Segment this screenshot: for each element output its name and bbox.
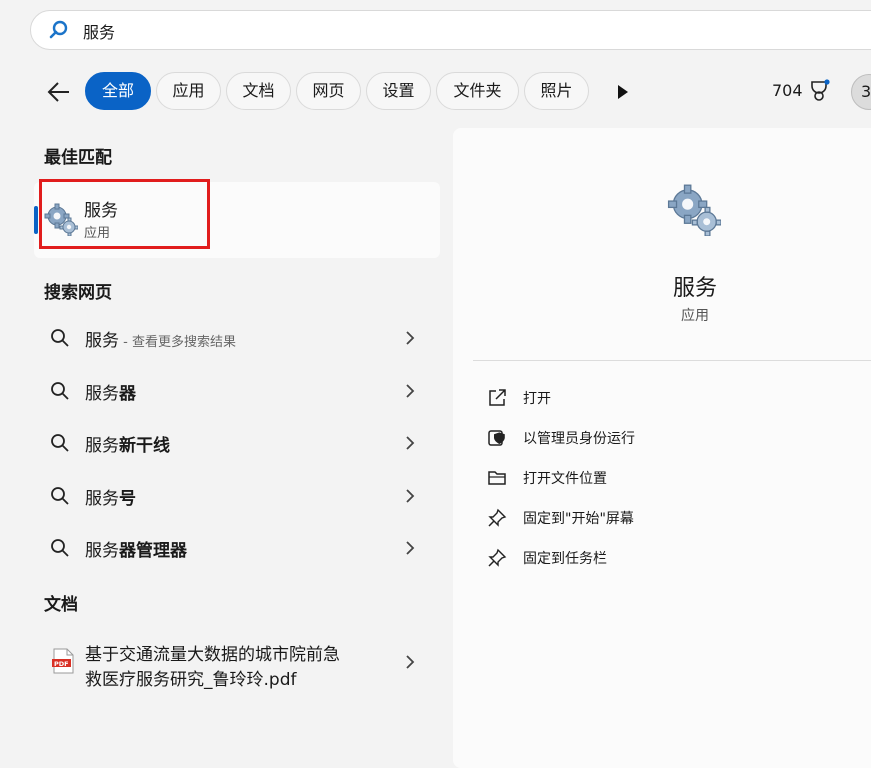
- back-arrow-icon[interactable]: [46, 80, 72, 104]
- search-icon: [50, 538, 70, 562]
- action-label: 以管理员身份运行: [523, 431, 635, 447]
- web-suggestion-row[interactable]: 服务器管理器: [34, 524, 440, 572]
- search-icon: [50, 433, 70, 457]
- tab-folders[interactable]: 文件夹: [436, 72, 519, 110]
- chevron-right-icon: [405, 435, 415, 455]
- search-icon: [49, 20, 69, 44]
- action-open[interactable]: 打开: [487, 384, 867, 412]
- pdf-file-icon: PDF: [52, 648, 74, 678]
- preview-panel: 服务 应用 打开 以管理员身份运行 打开文件位置 固定到"开始"屏幕 固定到任务…: [453, 128, 871, 768]
- divider: [473, 360, 871, 361]
- chevron-right-icon: [405, 488, 415, 508]
- search-input[interactable]: 服务: [83, 19, 115, 43]
- shield-icon: [487, 428, 507, 452]
- suggestion-text: 服务: [85, 541, 119, 561]
- suggestion-hint: - 查看更多搜索结果: [119, 335, 236, 350]
- action-run-as-admin[interactable]: 以管理员身份运行: [487, 424, 867, 452]
- suggestion-bold: 号: [119, 489, 136, 509]
- suggestion-text: 服务: [85, 331, 119, 351]
- selection-indicator: [34, 206, 38, 234]
- more-filters-icon[interactable]: [617, 84, 629, 104]
- action-label: 打开: [523, 391, 551, 407]
- filter-bar: 全部 应用 文档 网页 设置 文件夹 照片 704 3: [0, 70, 871, 114]
- pin-icon: [487, 508, 507, 532]
- rewards-points: 704: [772, 81, 803, 100]
- search-icon: [50, 381, 70, 405]
- tab-apps[interactable]: 应用: [156, 72, 221, 110]
- document-title-line1: 基于交通流量大数据的城市院前急: [85, 645, 340, 665]
- tab-all[interactable]: 全部: [85, 72, 151, 110]
- preview-title: 服务: [672, 276, 717, 301]
- action-pin-to-start[interactable]: 固定到"开始"屏幕: [487, 504, 867, 532]
- tab-documents[interactable]: 文档: [226, 72, 291, 110]
- preview-subtitle: 应用: [681, 308, 709, 324]
- highlight-annotation-box: [39, 179, 210, 249]
- action-pin-to-taskbar[interactable]: 固定到任务栏: [487, 544, 867, 572]
- tab-settings[interactable]: 设置: [366, 72, 431, 110]
- chevron-right-icon: [405, 654, 415, 674]
- suggestion-text: 服务: [85, 384, 119, 404]
- web-suggestion-row[interactable]: 服务器: [34, 367, 440, 415]
- suggestion-text: 服务: [85, 436, 119, 456]
- tab-photos[interactable]: 照片: [524, 72, 589, 110]
- search-web-heading: 搜索网页: [44, 283, 112, 303]
- rewards-trophy-icon[interactable]: [808, 79, 830, 107]
- suggestion-bold: 器管理器: [119, 541, 187, 561]
- web-suggestion-row[interactable]: 服务新干线: [34, 419, 440, 467]
- web-suggestion-row[interactable]: 服务号: [34, 472, 440, 520]
- open-external-icon: [487, 388, 507, 412]
- services-gears-icon: [667, 182, 722, 240]
- search-icon: [50, 486, 70, 510]
- suggestion-bold: 新干线: [119, 436, 170, 456]
- chevron-right-icon: [405, 383, 415, 403]
- document-result[interactable]: PDF 基于交通流量大数据的城市院前急 救医疗服务研究_鲁玲玲.pdf: [34, 632, 440, 694]
- action-label: 固定到任务栏: [523, 551, 607, 567]
- chevron-right-icon: [405, 540, 415, 560]
- suggestion-bold: 器: [119, 384, 136, 404]
- svg-text:PDF: PDF: [54, 660, 69, 668]
- action-open-file-location[interactable]: 打开文件位置: [487, 464, 867, 492]
- web-suggestion-row[interactable]: 服务 - 查看更多搜索结果: [34, 314, 440, 362]
- best-match-heading: 最佳匹配: [44, 148, 112, 168]
- documents-heading: 文档: [44, 595, 78, 615]
- document-title-line2: 救医疗服务研究_鲁玲玲.pdf: [85, 670, 297, 690]
- tab-web[interactable]: 网页: [296, 72, 361, 110]
- search-box[interactable]: 服务: [30, 10, 871, 50]
- action-label: 固定到"开始"屏幕: [523, 511, 634, 527]
- folder-icon: [487, 468, 507, 492]
- avatar[interactable]: 3: [851, 74, 871, 110]
- search-icon: [50, 328, 70, 352]
- action-label: 打开文件位置: [523, 471, 607, 487]
- suggestion-text: 服务: [85, 489, 119, 509]
- pin-icon: [487, 548, 507, 572]
- chevron-right-icon: [405, 330, 415, 350]
